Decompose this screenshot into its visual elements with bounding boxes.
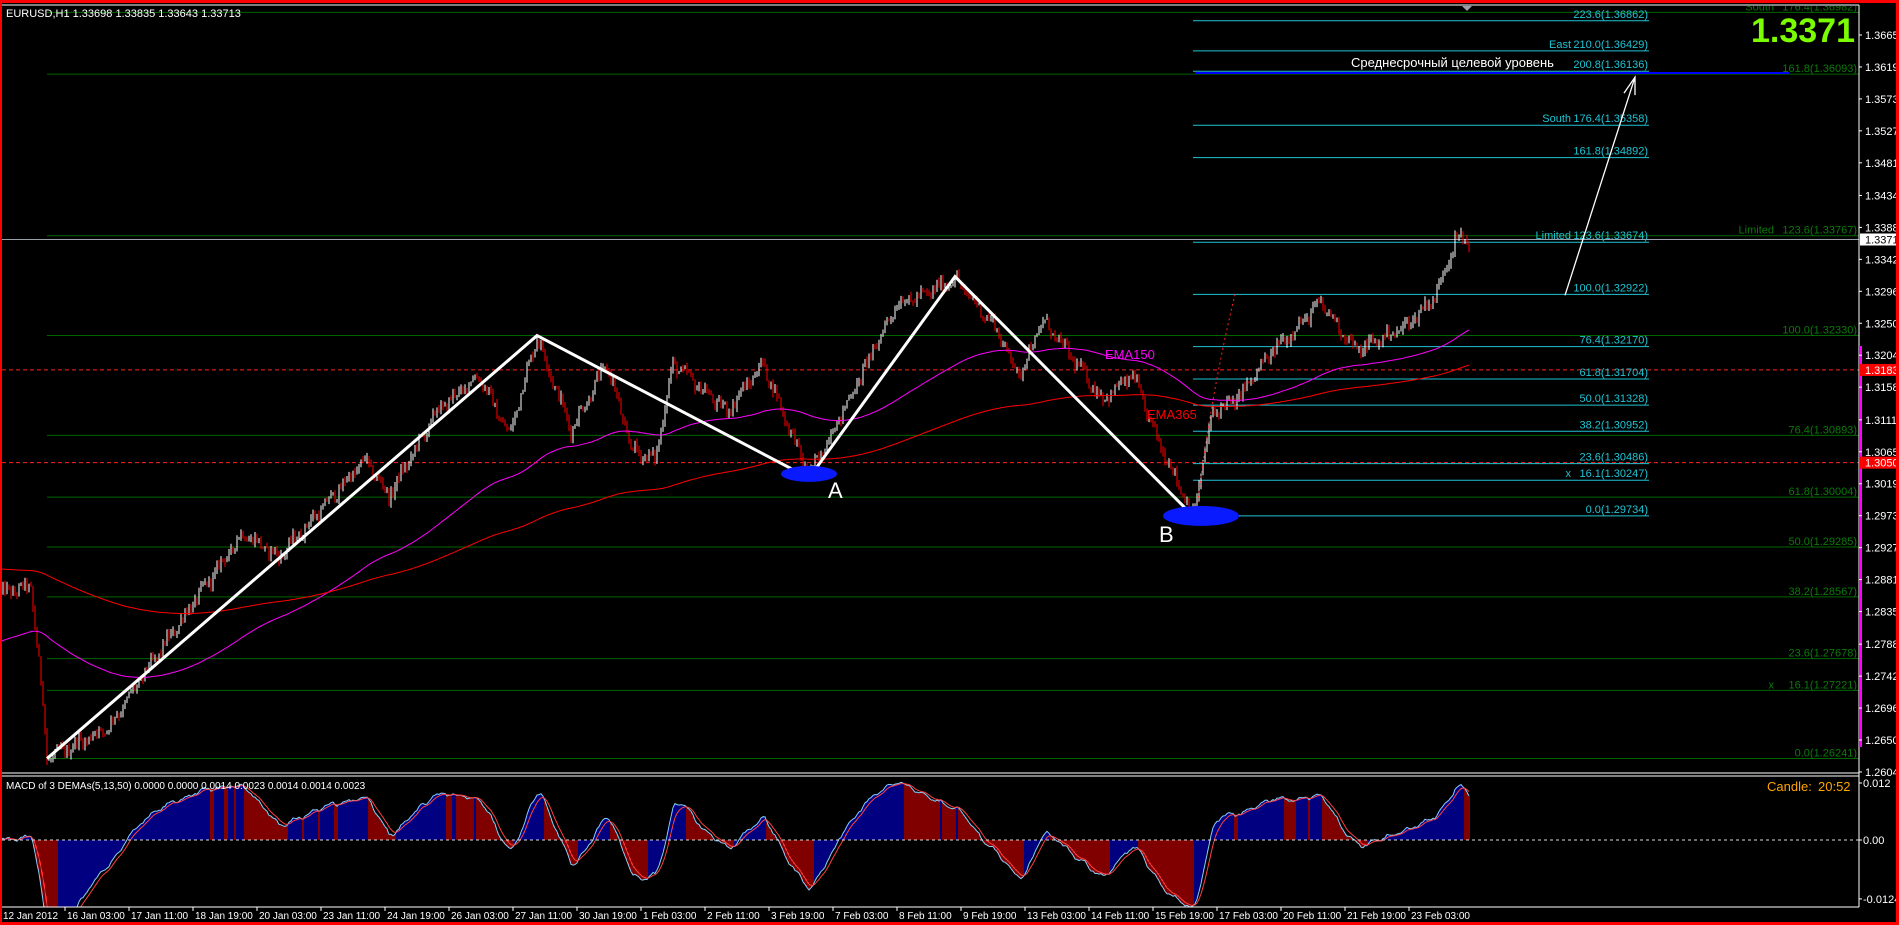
time-tick-label: 2 Feb 11:00	[707, 911, 760, 922]
point-b-label: B	[1159, 522, 1174, 547]
macd-indicator-label: MACD of 3 DEMAs(5,13,50) 0.0000 0.0000 0…	[6, 781, 366, 792]
price-tick-label: 1.29737	[1865, 511, 1899, 523]
time-tick-label: 12 Jan 2012	[3, 911, 58, 922]
time-tick-label: 18 Jan 19:00	[195, 911, 253, 922]
time-tick-label: 8 Feb 11:00	[899, 911, 952, 922]
price-tick-label: 1.35277	[1865, 126, 1899, 138]
fib-a-level-label: 61.8(1.30004)	[1789, 486, 1858, 498]
time-tick-label: 9 Feb 19:00	[963, 911, 1017, 922]
fib-b-level-label: 200.8(1.36136)	[1573, 59, 1648, 71]
fib-a-level-label: 0.0(1.26241)	[1795, 747, 1857, 759]
price-tick-label: 1.27887	[1865, 639, 1899, 651]
fib-b-level-label: 223.6(1.36862)	[1573, 9, 1648, 21]
window-border-top	[0, 0, 1899, 3]
target-level-label: Среднесрочный целевой уровень	[1351, 55, 1554, 70]
time-tick-label: 27 Jan 11:00	[515, 911, 573, 922]
symbol-info: EURUSD,H1 1.33698 1.33835 1.33643 1.3371…	[6, 8, 241, 20]
time-tick-label: 26 Jan 03:00	[451, 911, 509, 922]
fib-a-level-tag: x	[1769, 679, 1775, 691]
fib-b-level-label: 23.6(1.30486)	[1580, 452, 1649, 464]
fib-a-level-label: 38.2(1.28567)	[1789, 586, 1858, 598]
fib-a-level-label: 161.8(1.36093)	[1782, 63, 1857, 75]
macd-tick-label: 0.00	[1863, 835, 1884, 847]
macd-tick-label: 0.012	[1863, 778, 1891, 790]
price-tick-label: 1.26507	[1865, 735, 1899, 747]
fib-b-level-tag: Limited	[1536, 230, 1571, 242]
time-tick-label: 23 Jan 11:00	[323, 911, 381, 922]
alert-price-tag-label: 1.31835	[1865, 365, 1899, 377]
time-tick-label: 17 Feb 03:00	[1219, 911, 1278, 922]
fib-b-level-label: 61.8(1.31704)	[1580, 367, 1649, 379]
time-tick-label: 21 Feb 19:00	[1347, 911, 1406, 922]
time-tick-label: 7 Feb 03:00	[835, 911, 889, 922]
price-tick-label: 1.34347	[1865, 190, 1899, 202]
price-tick-label: 1.26967	[1865, 703, 1899, 715]
fib-b-level-label: 100.0(1.32922)	[1573, 282, 1648, 294]
fib-a-level-label: 123.6(1.33767)	[1782, 225, 1857, 237]
price-tick-label: 1.30197	[1865, 479, 1899, 491]
time-tick-label: 20 Feb 11:00	[1283, 911, 1342, 922]
time-tick-label: 30 Jan 19:00	[579, 911, 637, 922]
time-tick-label: 24 Jan 19:00	[387, 911, 445, 922]
fib-b-level-label: 210.0(1.36429)	[1573, 39, 1648, 51]
trading-chart[interactable]: 176.4(1.36982)South161.8(1.36093)123.6(1…	[0, 0, 1899, 925]
time-tick-label: 13 Feb 03:00	[1027, 911, 1086, 922]
fib-b-level-tag: South	[1542, 113, 1571, 125]
price-tick-label: 1.34817	[1865, 158, 1899, 170]
time-tick-label: 14 Feb 11:00	[1091, 911, 1150, 922]
price-tick-label: 1.28817	[1865, 575, 1899, 587]
time-tick-label: 23 Feb 03:00	[1411, 911, 1470, 922]
time-tick-label: 15 Feb 19:00	[1155, 911, 1214, 922]
window-border-left	[0, 0, 2, 925]
fib-a-level-label: 76.4(1.30893)	[1789, 424, 1858, 436]
ema150-label: EMA150	[1105, 347, 1155, 362]
time-tick-label: 16 Jan 03:00	[67, 911, 125, 922]
price-tick-label: 1.29277	[1865, 543, 1899, 555]
current-price-tag-label: 1.33713	[1865, 234, 1899, 246]
price-tick-label: 1.36657	[1865, 30, 1899, 42]
fib-a-level-label: 23.6(1.27678)	[1789, 648, 1858, 660]
fib-b-level-label: 38.2(1.30952)	[1580, 419, 1649, 431]
price-tick-label: 1.33427	[1865, 254, 1899, 266]
fib-b-level-tag: East	[1549, 39, 1571, 51]
fib-b-level-label: 16.1(1.30247)	[1580, 468, 1649, 480]
fib-a-level-label: 50.0(1.29285)	[1789, 536, 1858, 548]
time-tick-label: 1 Feb 03:00	[643, 911, 697, 922]
price-tick-label: 1.35737	[1865, 94, 1899, 106]
fib-b-level-label: 176.4(1.35358)	[1573, 113, 1648, 125]
fib-a-level-tag: Limited	[1739, 225, 1774, 237]
price-tick-label: 1.32047	[1865, 350, 1899, 362]
fib-b-level-tag: x	[1566, 468, 1572, 480]
point-b-marker	[1163, 505, 1239, 526]
price-tick-label: 1.31587	[1865, 382, 1899, 394]
price-tick-label: 1.31117	[1865, 415, 1899, 427]
price-tick-label: 1.32967	[1865, 286, 1899, 298]
fib-b-level-label: 0.0(1.29734)	[1586, 504, 1648, 516]
price-tick-label: 1.27427	[1865, 671, 1899, 683]
fib-b-level-label: 50.0(1.31328)	[1580, 393, 1649, 405]
point-a-label: A	[828, 478, 843, 503]
candle-timer-label: Candle:	[1767, 779, 1812, 794]
candle-timer-value: 20:52	[1818, 779, 1851, 794]
magenta-range-bar	[1859, 346, 1862, 747]
ema365-label: EMA365	[1147, 407, 1197, 422]
price-tick-label: 1.28357	[1865, 607, 1899, 619]
fib-b-level-label: 76.4(1.32170)	[1580, 335, 1649, 347]
alert-price-tag-label: 1.30500	[1865, 458, 1899, 470]
price-tick-label: 1.32507	[1865, 318, 1899, 330]
time-tick-label: 17 Jan 11:00	[131, 911, 189, 922]
price-tick-label: 1.36197	[1865, 62, 1899, 74]
time-tick-label: 20 Jan 03:00	[259, 911, 317, 922]
fib-a-level-label: 100.0(1.32330)	[1782, 325, 1857, 337]
macd-tick-label: -0.0124	[1863, 894, 1899, 906]
current-price-display: 1.3371	[1751, 12, 1855, 50]
time-tick-label: 3 Feb 19:00	[771, 911, 825, 922]
fib-a-level-label: 16.1(1.27221)	[1789, 679, 1858, 691]
price-tick-label: 1.33887	[1865, 222, 1899, 234]
